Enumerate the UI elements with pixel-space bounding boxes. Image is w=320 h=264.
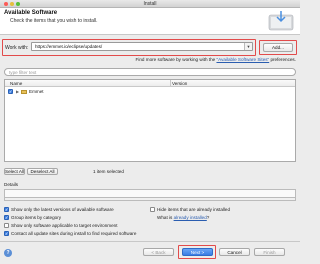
page-title: Available Software: [4, 10, 58, 16]
selection-count: 1 item selected: [93, 169, 124, 174]
column-version[interactable]: Version: [172, 81, 187, 86]
page-subtitle: Check the items that you wish to install…: [10, 18, 98, 24]
back-button[interactable]: < Back: [143, 248, 174, 256]
wizard-header: Available Software Check the items that …: [0, 8, 300, 35]
add-site-button[interactable]: Add...: [263, 43, 293, 52]
title-bar: Install: [0, 0, 300, 8]
finish-button[interactable]: Finish: [254, 248, 285, 256]
contact-sites-checkbox[interactable]: ✓: [4, 231, 9, 236]
column-divider[interactable]: [170, 80, 171, 87]
work-with-combo[interactable]: https://emmet.io/eclipse/updates/ ▼: [31, 42, 253, 51]
emmet-checkbox[interactable]: ✓: [8, 89, 13, 94]
hide-installed-checkbox[interactable]: [150, 207, 155, 212]
already-installed-link[interactable]: already installed: [174, 215, 207, 220]
software-tree[interactable]: Name Version ✓ ▶ Emmet: [4, 79, 296, 162]
filter-placeholder: type filter text: [9, 70, 37, 75]
tree-row[interactable]: ✓ ▶ Emmet: [5, 88, 295, 95]
group-category-checkbox[interactable]: ✓: [4, 215, 9, 220]
chevron-down-icon[interactable]: ▼: [244, 43, 252, 50]
cancel-button[interactable]: Cancel: [219, 248, 250, 256]
details-label: Details: [4, 182, 19, 187]
select-all-button[interactable]: Select All: [4, 168, 25, 175]
help-icon[interactable]: ?: [4, 249, 12, 257]
work-with-label: Work with:: [5, 45, 29, 51]
tree-header: Name Version: [5, 80, 295, 87]
expand-arrow-icon[interactable]: ▶: [16, 89, 19, 94]
find-more-text: Find more software by working with the "…: [135, 57, 296, 62]
footer-divider: [0, 241, 300, 242]
available-sites-link[interactable]: "Available Software Sites": [216, 57, 269, 62]
filter-input[interactable]: type filter text: [4, 68, 296, 76]
deselect-all-button[interactable]: Deselect All: [27, 168, 58, 175]
already-installed-text: What is already installed?: [157, 215, 210, 220]
category-folder-icon: [21, 89, 27, 94]
target-env-checkbox[interactable]: [4, 223, 9, 228]
install-banner-icon: [268, 11, 294, 31]
window-title: Install: [143, 1, 157, 7]
details-area: [4, 189, 296, 198]
work-with-value: https://emmet.io/eclipse/updates/: [35, 44, 103, 49]
details-scrollbar[interactable]: [4, 198, 296, 201]
tree-item-name: Emmet: [29, 89, 44, 94]
latest-versions-checkbox[interactable]: ✓: [4, 207, 9, 212]
column-name[interactable]: Name: [10, 81, 22, 86]
next-button[interactable]: Next >: [182, 248, 213, 256]
